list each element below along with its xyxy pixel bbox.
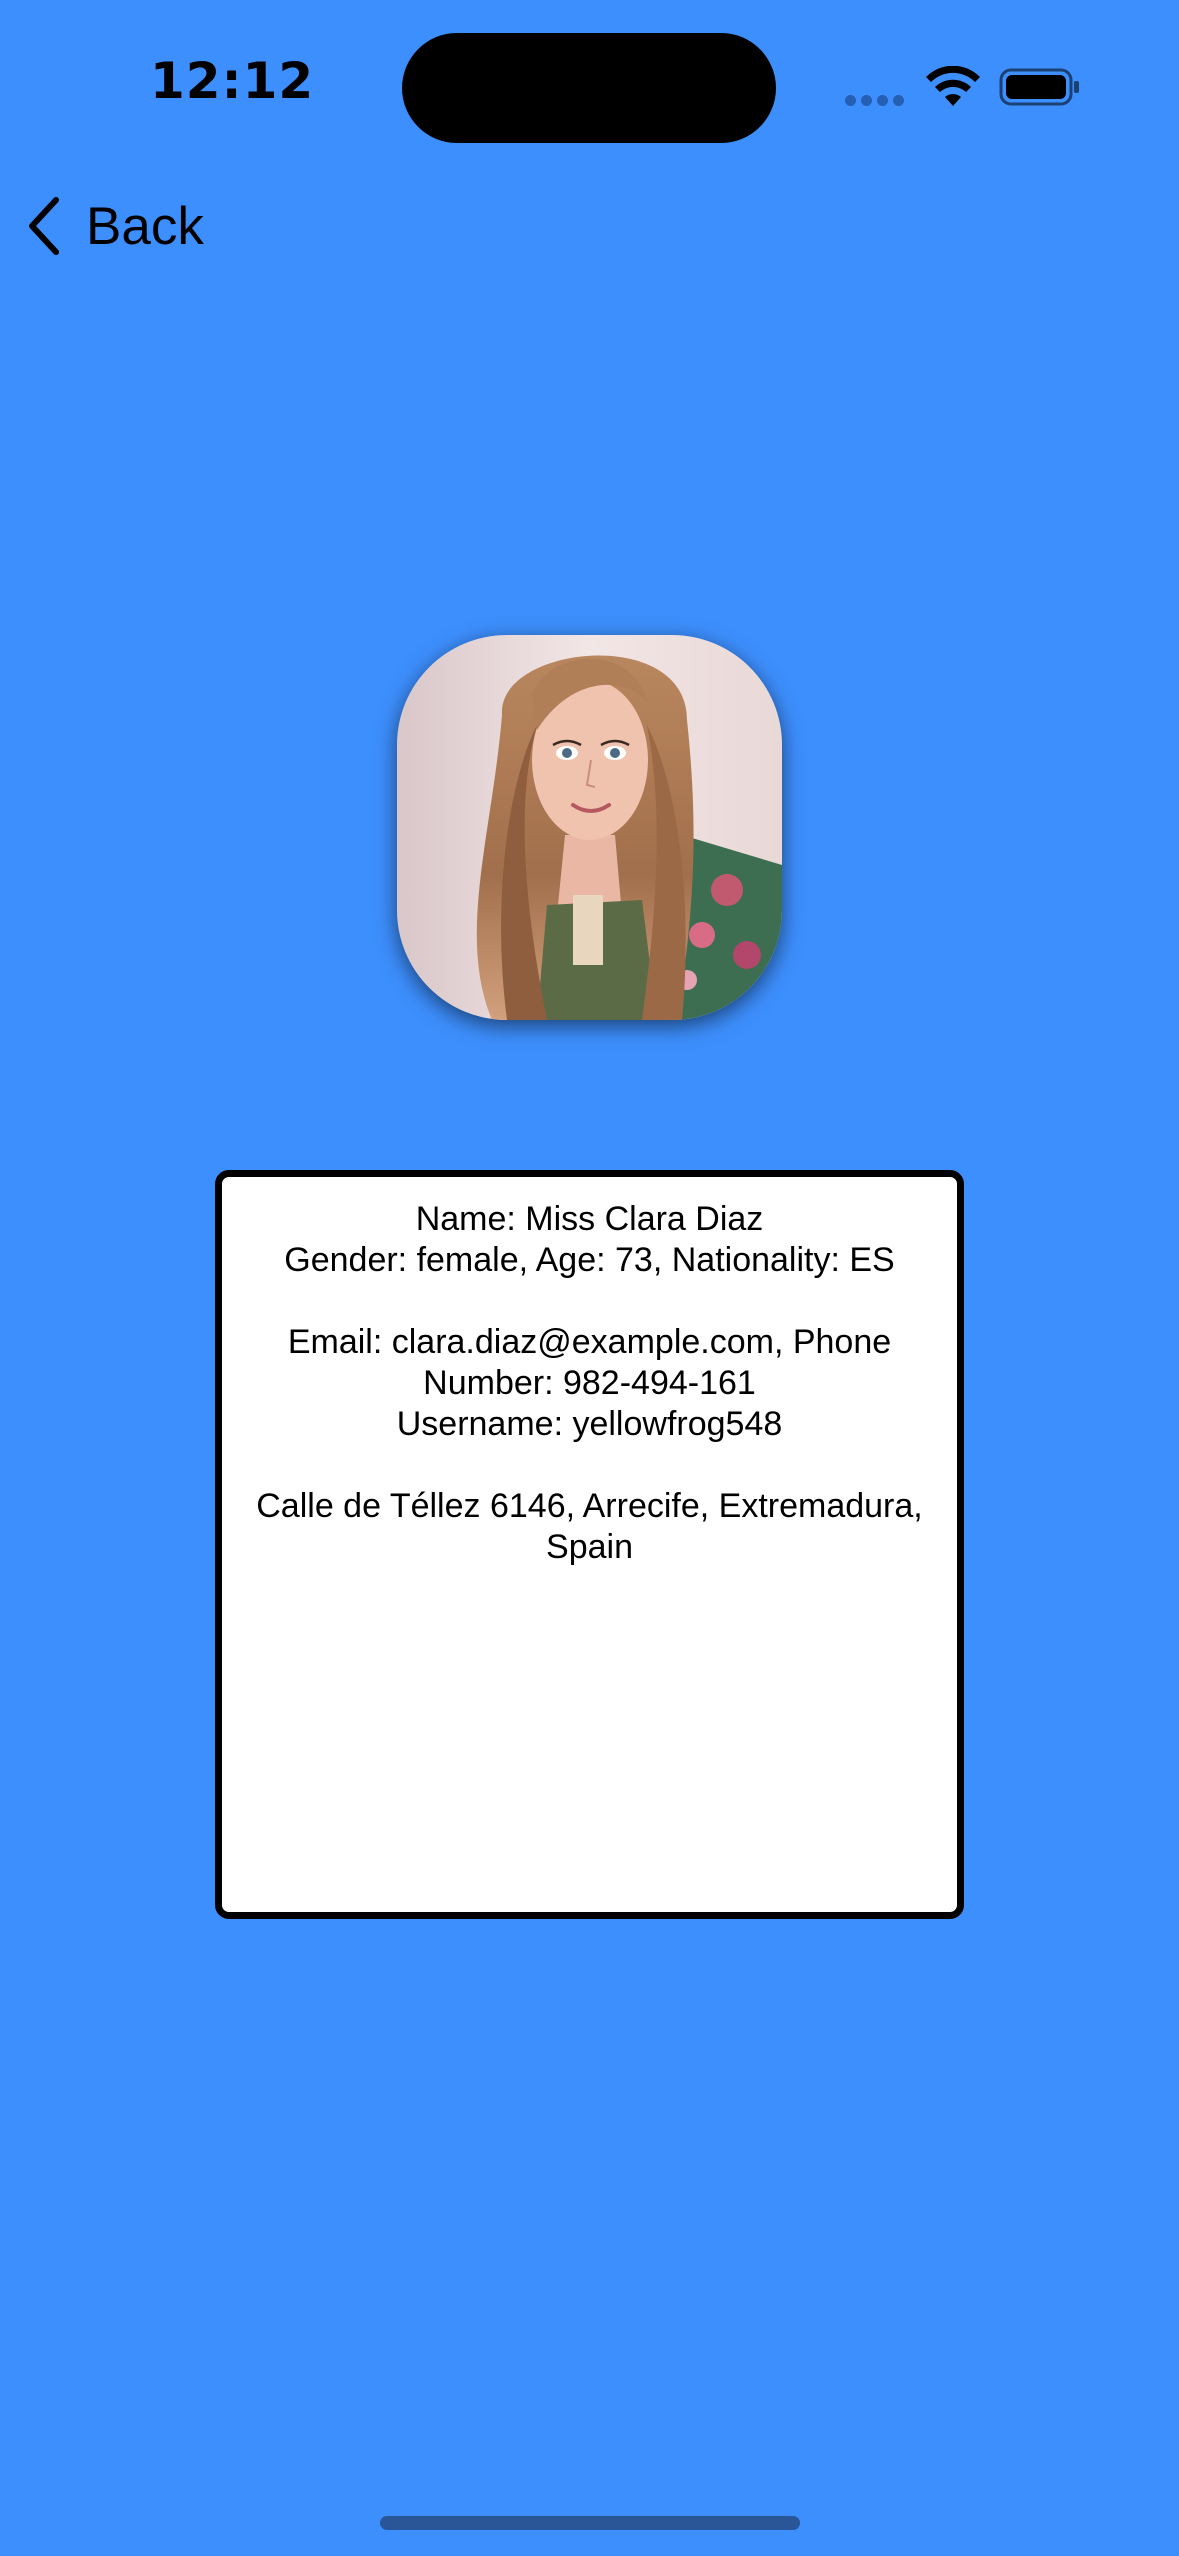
dynamic-island xyxy=(402,33,776,143)
status-time: 12:12 xyxy=(150,52,315,110)
profile-address: Calle de Téllez 6146, Arrecife, Extremad… xyxy=(256,1487,923,1566)
home-indicator[interactable] xyxy=(380,2516,800,2530)
wifi-icon xyxy=(926,66,980,106)
profile-info-card: Name: Miss Clara Diaz Gender: female, Ag… xyxy=(215,1170,964,1919)
back-button-label: Back xyxy=(86,196,204,256)
chevron-left-icon xyxy=(29,197,59,255)
profile-photo xyxy=(397,635,782,1020)
back-button[interactable]: Back xyxy=(24,190,204,262)
cellular-signal-icon xyxy=(845,95,905,107)
profile-contact: Email: clara.diaz@example.com, Phone Num… xyxy=(287,1323,892,1402)
profile-details: Gender: female, Age: 73, Nationality: ES xyxy=(284,1241,895,1279)
profile-username: Username: yellowfrog548 xyxy=(396,1405,783,1443)
battery-icon xyxy=(999,68,1079,106)
profile-name: Name: Miss Clara Diaz xyxy=(415,1200,764,1238)
status-bar: 12:12 xyxy=(0,0,1179,180)
